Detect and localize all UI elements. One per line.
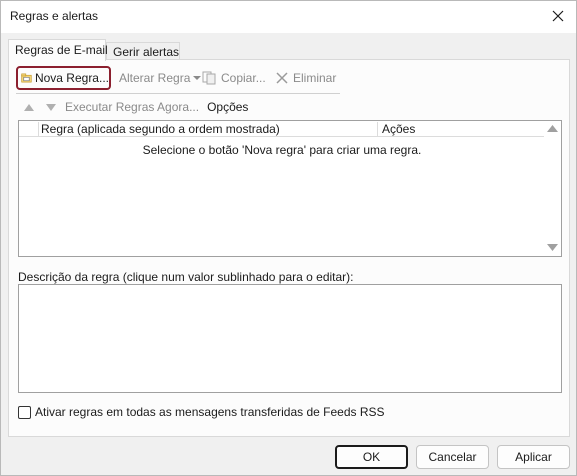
close-button[interactable] bbox=[546, 5, 570, 27]
copy-rule-label: Copiar... bbox=[221, 71, 266, 85]
toolbar-separator bbox=[16, 93, 340, 94]
copy-rule-button[interactable]: Copiar... bbox=[202, 66, 266, 90]
alter-rule-label: Alterar Regra bbox=[119, 71, 191, 85]
rules-list-header: Regra (aplicada segundo a ordem mostrada… bbox=[19, 121, 545, 137]
rule-description-box[interactable] bbox=[18, 284, 562, 393]
delete-rule-button[interactable]: Eliminar bbox=[275, 66, 336, 90]
move-down-button[interactable] bbox=[43, 100, 59, 114]
window-title: Regras e alertas bbox=[10, 9, 99, 23]
email-rules-panel: Nova Regra... Alterar Regra Copiar... El… bbox=[8, 59, 570, 437]
rules-toolbar: Nova Regra... Alterar Regra Copiar... El… bbox=[16, 66, 346, 94]
tab-manage-alerts[interactable]: Gerir alertas bbox=[106, 42, 180, 60]
move-up-button[interactable] bbox=[21, 100, 37, 114]
rules-list-scrollbar[interactable] bbox=[544, 121, 561, 256]
new-rule-button[interactable]: Nova Regra... bbox=[16, 66, 111, 90]
rules-and-alerts-dialog: Regras e alertas Regras de E-mail Gerir … bbox=[0, 0, 577, 476]
actions-column-header[interactable]: Ações bbox=[379, 122, 545, 137]
copy-icon bbox=[202, 71, 216, 85]
rule-description-label: Descrição da regra (clique num valor sub… bbox=[18, 270, 354, 284]
close-icon bbox=[552, 10, 564, 22]
options-link[interactable]: Opções bbox=[207, 100, 248, 114]
new-rule-label: Nova Regra... bbox=[34, 71, 109, 85]
scroll-up-icon[interactable] bbox=[547, 124, 558, 133]
title-bar: Regras e alertas bbox=[1, 1, 576, 33]
apply-button[interactable]: Aplicar bbox=[497, 445, 570, 469]
rules-list[interactable]: Regra (aplicada segundo a ordem mostrada… bbox=[18, 120, 562, 257]
arrow-up-icon bbox=[24, 103, 34, 111]
ok-button[interactable]: OK bbox=[335, 445, 408, 469]
rss-rules-option[interactable]: Ativar regras em todas as mensagens tran… bbox=[18, 405, 385, 419]
rule-column-header[interactable]: Regra (aplicada segundo a ordem mostrada… bbox=[40, 122, 378, 137]
checkbox-column-header bbox=[19, 122, 39, 137]
arrow-down-icon bbox=[46, 103, 56, 111]
delete-rule-label: Eliminar bbox=[293, 71, 337, 85]
alter-rule-button[interactable]: Alterar Regra bbox=[119, 66, 202, 90]
empty-rules-message: Selecione o botão 'Nova regra' para cria… bbox=[142, 143, 422, 157]
new-rule-icon bbox=[21, 73, 32, 83]
rss-checkbox-label: Ativar regras em todas as mensagens tran… bbox=[35, 405, 385, 419]
run-rules-now-link[interactable]: Executar Regras Agora... bbox=[65, 100, 199, 114]
tab-email-rules[interactable]: Regras de E-mail bbox=[8, 39, 108, 61]
rss-checkbox[interactable] bbox=[18, 405, 31, 419]
cancel-button[interactable]: Cancelar bbox=[416, 445, 489, 469]
chevron-down-icon bbox=[193, 76, 202, 80]
delete-x-icon bbox=[276, 72, 288, 84]
scroll-down-icon[interactable] bbox=[547, 243, 558, 252]
secondary-toolbar: Executar Regras Agora... Opções bbox=[21, 99, 281, 115]
